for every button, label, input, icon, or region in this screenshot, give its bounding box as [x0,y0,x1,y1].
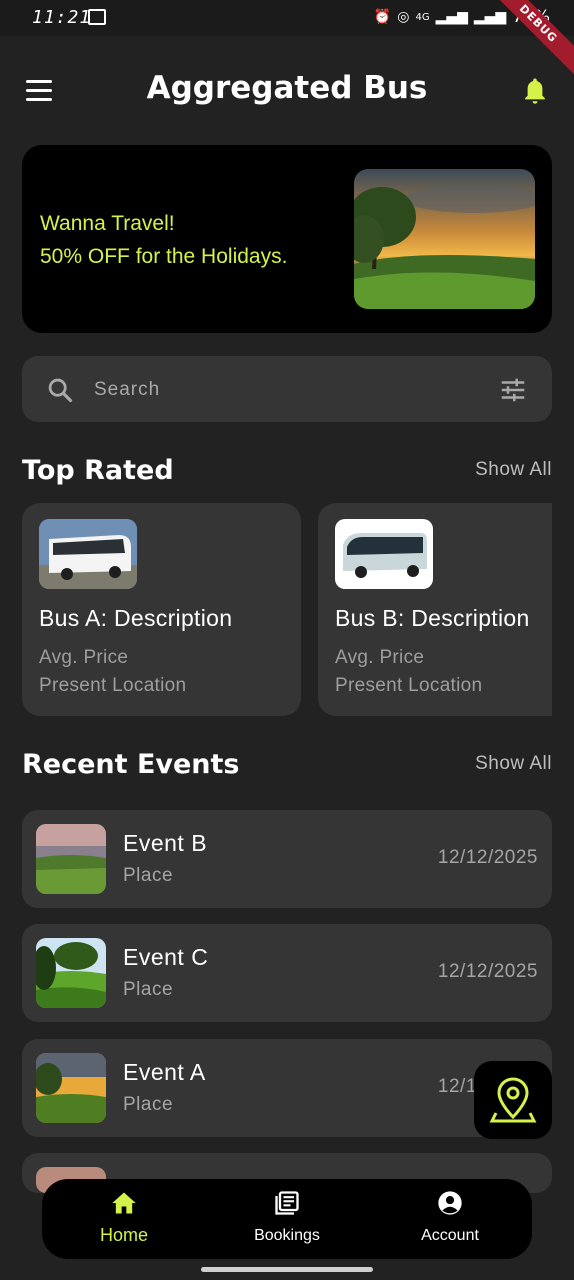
status-bar: 11:21 ⏰ ◎ 4G ▂▄▆ ▂▄▆ 79% DEBUG [0,0,574,81]
filter-settings-icon[interactable] [498,375,528,405]
event-card[interactable]: Event A Place 12/12/2025 [22,1039,552,1137]
nav-bookings-label: Bookings [254,1227,320,1244]
event-date: 12/12/2025 [437,847,538,868]
search-bar[interactable] [22,356,552,422]
network-type: 4G [415,11,430,23]
bottom-navigation: Home Bookings Account [42,1179,532,1259]
location-pin-icon [489,1077,537,1123]
top-rated-title: Top Rated [22,455,174,486]
event-place: Place [123,1094,174,1115]
bus-card[interactable]: Bus B: Description Avg. Price Present Lo… [318,503,552,716]
event-name: Event C [123,944,209,970]
event-image [36,938,106,1008]
status-time: 11:21 [32,7,92,28]
bus-name: Bus A: Description [39,605,233,631]
recent-events-title: Recent Events [22,749,240,780]
gallery-notification-icon [88,9,106,25]
promo-image [354,169,535,309]
hotspot-icon: ◎ [397,9,410,25]
bell-icon [525,78,545,104]
account-icon [438,1191,462,1215]
promo-text: Wanna Travel! 50% OFF for the Holidays. [40,207,287,273]
bus-avg-price: Avg. Price [335,647,425,668]
system-home-indicator[interactable] [201,1267,373,1272]
event-place: Place [123,979,174,1000]
nav-bookings[interactable]: Bookings [227,1179,347,1259]
bus-image [335,519,433,589]
top-rated-show-all[interactable]: Show All [475,459,552,481]
event-image [36,824,106,894]
map-location-fab[interactable] [474,1061,552,1139]
bus-image [39,519,137,589]
signal-icon: ▂▄▆ [435,9,468,25]
bus-location: Present Location [39,675,187,696]
event-card[interactable]: Event C Place 12/12/2025 [22,924,552,1022]
bus-location: Present Location [335,675,483,696]
nav-home[interactable]: Home [64,1179,184,1259]
nav-account[interactable]: Account [390,1179,510,1259]
recent-events-show-all[interactable]: Show All [475,753,552,775]
nav-account-label: Account [421,1227,479,1244]
alarm-icon: ⏰ [373,9,392,25]
nav-home-label: Home [99,1225,148,1245]
bus-avg-price: Avg. Price [39,647,129,668]
search-icon [48,378,73,403]
promo-banner[interactable]: Wanna Travel! 50% OFF for the Holidays. [22,145,552,333]
promo-line-2: 50% OFF for the Holidays. [40,245,288,268]
event-card[interactable]: Event B Place 12/12/2025 [22,810,552,908]
search-input[interactable] [92,374,456,406]
bus-name: Bus B: Description [335,605,530,631]
event-name: Event A [123,1059,206,1085]
app-bar: Aggregated Bus [0,36,574,146]
top-rated-carousel[interactable]: Bus A: Description Avg. Price Present Lo… [22,503,552,716]
event-date: 12/12/2025 [437,961,538,982]
bookings-icon [275,1191,299,1215]
promo-line-1: Wanna Travel! [40,212,175,235]
home-icon [112,1192,136,1214]
bus-card[interactable]: Bus A: Description Avg. Price Present Lo… [22,503,301,716]
event-place: Place [123,865,174,886]
notifications-button[interactable] [520,76,550,108]
event-image [36,1053,106,1123]
event-name: Event B [123,830,208,856]
signal-icon-2: ▂▄▆ [473,9,507,25]
page-title: Aggregated Bus [146,70,428,106]
